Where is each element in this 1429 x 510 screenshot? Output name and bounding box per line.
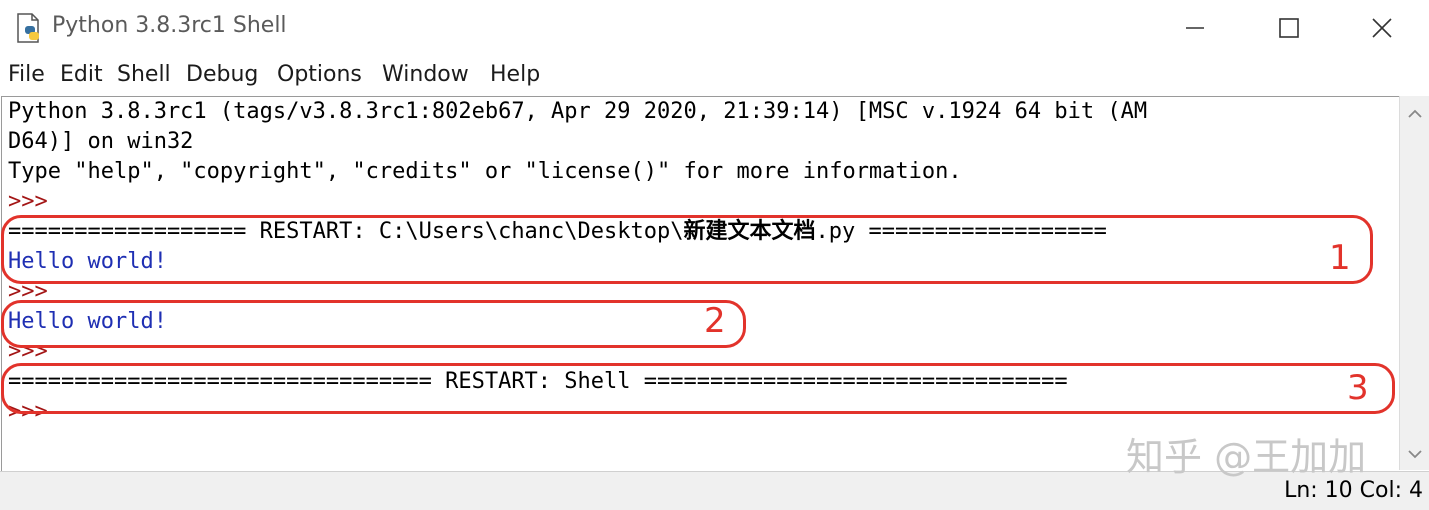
maximize-icon[interactable]: [1266, 6, 1312, 50]
menu-shell[interactable]: Shell: [117, 62, 171, 87]
scroll-down-icon[interactable]: [1407, 448, 1423, 460]
cursor-position: Ln: 10 Col: 4: [1284, 478, 1423, 503]
annotation-number-3: 3: [1347, 368, 1369, 408]
menu-options[interactable]: Options: [277, 62, 362, 87]
banner-line: Python 3.8.3rc1 (tags/v3.8.3rc1:802eb67,…: [8, 99, 1148, 124]
menu-window[interactable]: Window: [382, 62, 469, 87]
menu-bar: File Edit Shell Debug Options Window Hel…: [0, 58, 1429, 96]
watermark: 知乎 @王加加: [1126, 435, 1367, 479]
menu-edit[interactable]: Edit: [60, 62, 103, 87]
annotation-box-3: [1, 363, 1395, 414]
shell-prompt: >>>: [8, 189, 48, 214]
menu-help[interactable]: Help: [490, 62, 540, 87]
annotation-box-1: [1, 215, 1373, 284]
banner-line: D64)] on win32: [8, 129, 194, 154]
minimize-icon[interactable]: [1172, 6, 1218, 50]
banner-info-line: Type "help", "copyright", "credits" or "…: [8, 159, 962, 184]
title-bar[interactable]: Python 3.8.3rc1 Shell: [0, 0, 1429, 58]
menu-debug[interactable]: Debug: [186, 62, 258, 87]
window-title: Python 3.8.3rc1 Shell: [52, 13, 287, 38]
scroll-up-icon[interactable]: [1407, 108, 1423, 120]
annotation-number-1: 1: [1329, 238, 1351, 278]
annotation-box-2: [1, 300, 746, 348]
menu-file[interactable]: File: [8, 62, 45, 87]
vertical-scrollbar[interactable]: [1399, 96, 1429, 470]
idle-shell-window: Python 3.8.3rc1 Shell File Edit Shell De…: [0, 0, 1429, 510]
annotation-number-2: 2: [704, 301, 726, 341]
close-icon[interactable]: [1359, 6, 1405, 50]
python-file-icon: [17, 13, 39, 43]
shell-text-area[interactable]: Python 3.8.3rc1 (tags/v3.8.3rc1:802eb67,…: [1, 96, 1400, 472]
